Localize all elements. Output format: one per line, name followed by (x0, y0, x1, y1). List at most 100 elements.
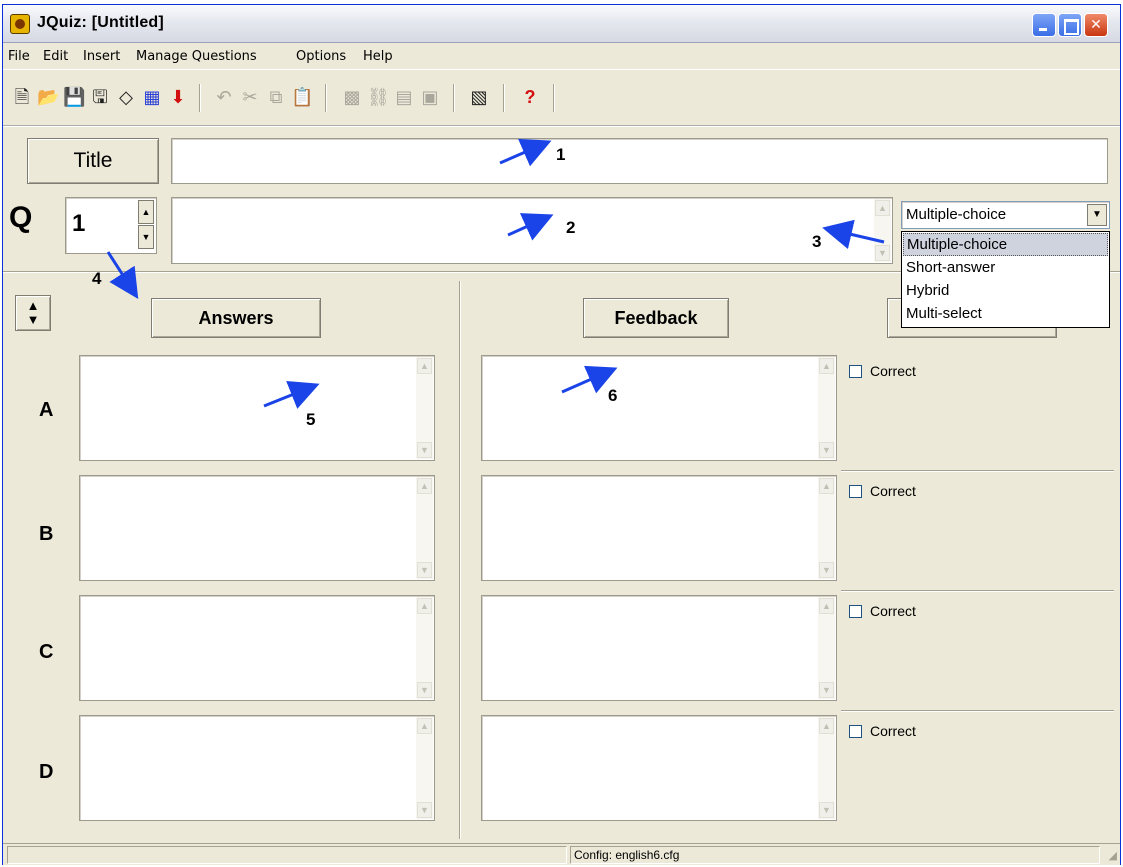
spin-up-button[interactable]: ▲ (138, 200, 154, 224)
checkbox-icon[interactable] (849, 605, 862, 618)
media-icon[interactable]: ▣ (419, 86, 441, 108)
feedback-d-scrollbar[interactable]: ▲ ▼ (818, 717, 835, 819)
scroll-up-icon[interactable]: ▲ (819, 358, 834, 374)
question-type-value: Multiple-choice (906, 206, 1007, 223)
scroll-down-icon[interactable]: ▼ (819, 442, 834, 458)
answer-letter-a: A (39, 399, 54, 421)
answer-a-input[interactable]: ▲ ▼ (79, 355, 435, 461)
option-hybrid[interactable]: Hybrid (903, 280, 1108, 303)
menu-options[interactable]: Options (296, 49, 346, 64)
eraser-icon[interactable]: ◇ (115, 86, 137, 108)
answer-c-input[interactable]: ▲ ▼ (79, 595, 435, 701)
menu-insert[interactable]: Insert (83, 49, 120, 64)
maximize-button[interactable] (1058, 13, 1082, 37)
feedback-d-input[interactable]: ▲ ▼ (481, 715, 837, 821)
image-icon[interactable]: ▩ (341, 86, 363, 108)
menu-bar: File Edit Insert Manage Questions Option… (3, 44, 1120, 70)
option-short-answer[interactable]: Short-answer (903, 257, 1108, 280)
correct-c-checkbox[interactable]: Correct (849, 603, 916, 619)
open-folder-icon[interactable]: 📂 (37, 86, 59, 108)
row-divider (841, 590, 1114, 592)
scroll-up-icon[interactable]: ▲ (417, 358, 432, 374)
undo-icon[interactable]: ↶ (213, 86, 235, 108)
scroll-down-icon[interactable]: ▼ (417, 682, 432, 698)
checkbox-icon[interactable] (849, 485, 862, 498)
copy-icon[interactable]: ⧉ (265, 86, 287, 108)
close-button[interactable]: ✕ (1084, 13, 1108, 37)
question-number-spinner[interactable]: 1 ▲ ▼ (65, 197, 157, 254)
reorder-answers-button[interactable]: ▲ ▼ (15, 295, 51, 331)
feedback-b-scrollbar[interactable]: ▲ ▼ (818, 477, 835, 579)
scroll-up-icon[interactable]: ▲ (417, 478, 432, 494)
correct-a-checkbox[interactable]: Correct (849, 363, 916, 379)
checkbox-icon[interactable] (849, 365, 862, 378)
answers-header-button[interactable]: Answers (151, 298, 321, 338)
jquiz-app-icon[interactable] (10, 14, 30, 34)
save-icon[interactable]: 💾 (63, 86, 85, 108)
minimize-button[interactable] (1032, 13, 1056, 37)
spin-down-button[interactable]: ▼ (138, 225, 154, 249)
cut-icon[interactable]: ✂ (239, 86, 261, 108)
row-divider (841, 710, 1114, 712)
chevron-down-icon[interactable]: ▼ (1087, 204, 1107, 226)
scroll-down-icon[interactable]: ▼ (875, 245, 890, 261)
download-arrow-icon[interactable]: ⬇ (167, 86, 189, 108)
question-type-select[interactable]: Multiple-choice ▼ (901, 201, 1110, 229)
annotation-label-1: 1 (556, 145, 566, 164)
table-icon[interactable]: ▤ (393, 86, 415, 108)
answer-c-scrollbar[interactable]: ▲ ▼ (416, 597, 433, 699)
answer-d-scrollbar[interactable]: ▲ ▼ (416, 717, 433, 819)
option-multiple-choice[interactable]: Multiple-choice (903, 233, 1108, 256)
annotation-label-3: 3 (812, 232, 822, 251)
correct-b-checkbox[interactable]: Correct (849, 483, 916, 499)
feedback-b-input[interactable]: ▲ ▼ (481, 475, 837, 581)
title-input[interactable] (171, 138, 1108, 184)
title-bar[interactable]: JQuiz: [Untitled] ✕ (3, 5, 1120, 43)
scroll-up-icon[interactable]: ▲ (875, 200, 890, 216)
feedback-header-button[interactable]: Feedback (583, 298, 729, 338)
paste-icon[interactable]: 📋 (291, 86, 313, 108)
scroll-up-icon[interactable]: ▲ (819, 718, 834, 734)
answer-b-scrollbar[interactable]: ▲ ▼ (416, 477, 433, 579)
app-window: JQuiz: [Untitled] ✕ File Edit Insert Man… (2, 4, 1121, 865)
scroll-down-icon[interactable]: ▼ (819, 562, 834, 578)
menu-edit[interactable]: Edit (43, 49, 68, 64)
answer-b-input[interactable]: ▲ ▼ (79, 475, 435, 581)
row-divider (841, 470, 1114, 472)
menu-file[interactable]: File (8, 49, 30, 64)
feedback-a-scrollbar[interactable]: ▲ ▼ (818, 357, 835, 459)
feedback-a-input[interactable]: ▲ ▼ (481, 355, 837, 461)
scroll-up-icon[interactable]: ▲ (417, 718, 432, 734)
status-config: Config: english6.cfg (570, 846, 1100, 864)
scroll-up-icon[interactable]: ▲ (417, 598, 432, 614)
checkbox-icon[interactable] (849, 725, 862, 738)
scroll-down-icon[interactable]: ▼ (417, 802, 432, 818)
scroll-down-icon[interactable]: ▼ (819, 802, 834, 818)
scroll-down-icon[interactable]: ▼ (417, 562, 432, 578)
panel-splitter[interactable] (459, 281, 461, 839)
scroll-down-icon[interactable]: ▼ (819, 682, 834, 698)
question-text-input[interactable]: ▲ ▼ (171, 197, 893, 264)
feedback-c-input[interactable]: ▲ ▼ (481, 595, 837, 701)
scroll-down-icon[interactable]: ▼ (417, 442, 432, 458)
correct-d-checkbox[interactable]: Correct (849, 723, 916, 739)
scroll-up-icon[interactable]: ▲ (819, 478, 834, 494)
scroll-up-icon[interactable]: ▲ (819, 598, 834, 614)
config-icon[interactable]: ▧ (468, 86, 490, 108)
option-multi-select[interactable]: Multi-select (903, 303, 1108, 326)
status-cell-empty (7, 846, 567, 864)
help-icon[interactable]: ? (519, 86, 541, 108)
question-scrollbar[interactable]: ▲ ▼ (874, 199, 891, 262)
new-file-icon[interactable]: 🗎 (11, 86, 33, 108)
save-as-icon[interactable]: 🖫 (89, 86, 111, 108)
feedback-c-scrollbar[interactable]: ▲ ▼ (818, 597, 835, 699)
menu-help[interactable]: Help (363, 49, 393, 64)
menu-manage-questions[interactable]: Manage Questions (136, 49, 257, 64)
title-button[interactable]: Title (27, 138, 159, 184)
answer-a-scrollbar[interactable]: ▲ ▼ (416, 357, 433, 459)
answer-d-input[interactable]: ▲ ▼ (79, 715, 435, 821)
annotation-label-2: 2 (566, 218, 576, 237)
resize-grip-icon[interactable]: ◢ (1109, 849, 1117, 862)
link-icon[interactable]: ⛓ (367, 86, 390, 108)
web-export-icon[interactable]: ▦ (141, 86, 163, 108)
